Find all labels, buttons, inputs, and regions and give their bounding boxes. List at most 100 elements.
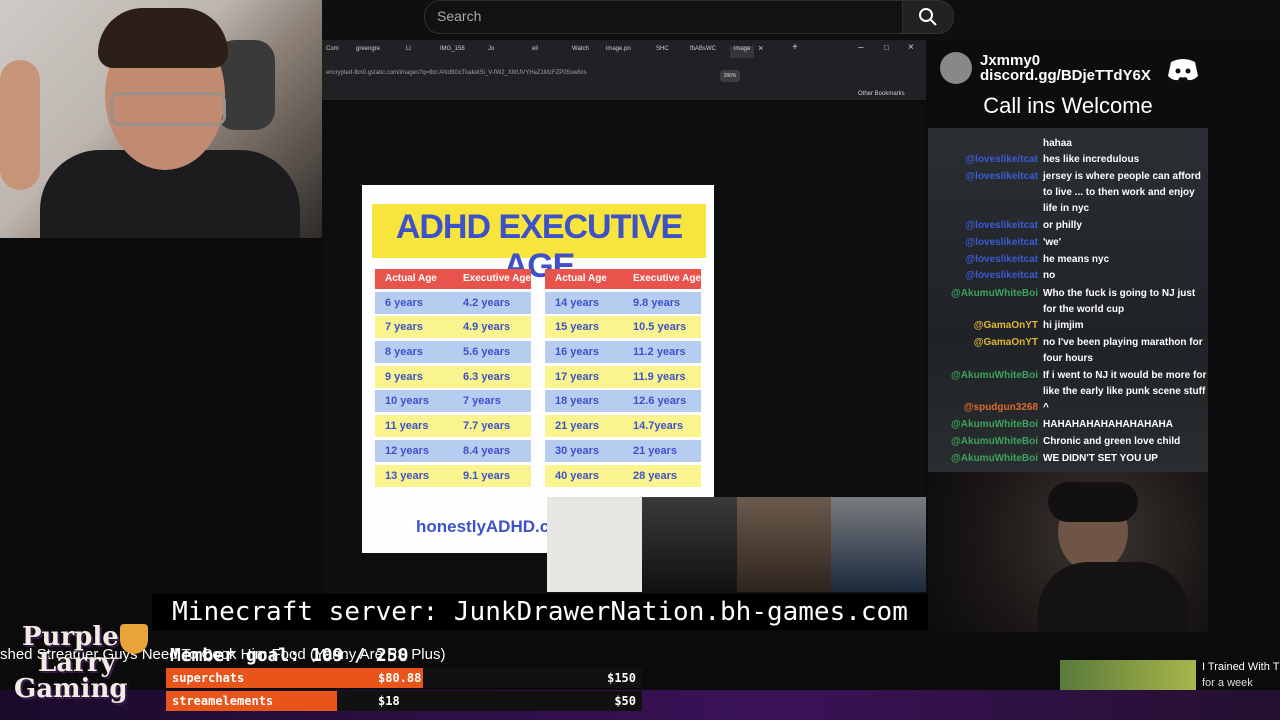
browser-tab[interactable]: fbABsWC (690, 46, 716, 58)
minimize-icon[interactable]: – (858, 42, 864, 54)
chat-text: hahaa (1043, 138, 1072, 149)
chat-username[interactable]: @GamaOnYT (928, 335, 1038, 351)
chat-message: @AkumuWhiteBoi Chronic and green love chi… (928, 434, 1208, 450)
chat-message: @AkumuWhiteBoi Who the fuck is going to N… (928, 286, 1208, 318)
chat-username[interactable]: @loveslikeitcat (928, 235, 1038, 251)
purple-larry-gaming-logo: Purple Larry Gaming (0, 620, 165, 712)
chat-username[interactable]: @AkumuWhiteBoi (928, 434, 1038, 450)
chat-username[interactable]: @spudgun3268 (928, 400, 1038, 416)
glasses (110, 92, 226, 126)
goal-target: $50 (614, 694, 636, 708)
actual-age: 30 years (555, 444, 600, 457)
chat-message: hahaa (928, 136, 1208, 152)
header-actual-age: Actual Age (555, 273, 607, 284)
browser-tab-active[interactable]: image (730, 46, 755, 58)
adhd-table-left: Actual Age Executive Age 6 years 4.2 years… (375, 269, 531, 487)
chat-username[interactable]: @loveslikeitcat (928, 169, 1038, 185)
recommended-thumbnail[interactable] (1060, 660, 1196, 690)
image-strip (547, 497, 926, 592)
chat-text: ^ (1043, 402, 1049, 413)
table-row: 12 years 8.4 years (375, 439, 531, 462)
browser-tab[interactable]: ell (532, 46, 538, 58)
chat-username[interactable]: @AkumuWhiteBoi (928, 417, 1038, 433)
chat-message: @AkumuWhiteBoi WE DIDN'T SET YOU UP (928, 451, 1208, 467)
actual-age: 10 years (385, 395, 430, 408)
guest-webcam (928, 472, 1208, 632)
chat-username[interactable]: @loveslikeitcat (928, 252, 1038, 268)
table-row: 13 years 9.1 years (375, 464, 531, 487)
search-icon (919, 8, 937, 26)
actual-age: 18 years (555, 395, 600, 408)
chat-message: @loveslikeitcat he means nyc (928, 252, 1208, 268)
search-button[interactable] (902, 0, 954, 34)
recommended-subtitle[interactable]: for a week (1202, 677, 1253, 689)
chat-text: Who the fuck is going to NJ just for the… (1043, 288, 1196, 315)
discord-link: discord.gg/BDjeTTdY6X (980, 67, 1151, 84)
table-row: 21 years 14.7years (545, 415, 701, 438)
executive-age: 7.7 years (463, 420, 511, 433)
chat-username[interactable]: @loveslikeitcat (928, 268, 1038, 284)
actual-age: 16 years (555, 346, 600, 359)
member-goal: Member goal: 109 / 250 (170, 645, 409, 666)
chat-message: @loveslikeitcat hes like incredulous (928, 152, 1208, 168)
browser-tab[interactable]: greengre (356, 46, 380, 58)
actual-age: 21 years (555, 420, 600, 433)
chat-text: 'we' (1043, 237, 1062, 248)
chat-message: @loveslikeitcat no (928, 268, 1208, 284)
chat-username[interactable]: @AkumuWhiteBoi (928, 451, 1038, 467)
shield-icon (120, 624, 148, 654)
guest-hair (1048, 482, 1138, 522)
browser-tab[interactable]: Com (326, 46, 339, 58)
chat-message: @loveslikeitcat jersey is where people ca… (928, 169, 1208, 214)
executive-age: 11.9 years (633, 370, 686, 383)
table-row: 40 years 28 years (545, 464, 701, 487)
executive-age: 9.1 years (463, 469, 511, 482)
chat-text: If i went to NJ it would be more for lik… (1043, 370, 1207, 397)
chat-username[interactable]: @loveslikeitcat (928, 152, 1038, 168)
goal-current: $80.88 (378, 671, 422, 685)
browser-tab[interactable]: Ll (406, 46, 411, 58)
chat-username[interactable]: @loveslikeitcat (928, 218, 1038, 234)
chat-text: hi jimjim (1043, 320, 1084, 331)
chat-text: or philly (1043, 220, 1082, 231)
chat-message: @GamaOnYT hi jimjim (928, 318, 1208, 334)
new-tab-icon[interactable]: + (792, 42, 798, 54)
executive-age: 10.5 years (633, 321, 687, 334)
browser-tab[interactable]: SHC (656, 46, 669, 58)
close-tab-icon[interactable]: × (758, 43, 763, 55)
cat-drawing-image (547, 497, 642, 592)
maximize-icon[interactable]: □ (884, 43, 889, 55)
search-input[interactable]: Search (424, 0, 904, 34)
goal-name: streamelements (172, 694, 274, 708)
chat-message: @loveslikeitcat 'we' (928, 235, 1208, 251)
chat-username[interactable]: @AkumuWhiteBoi (928, 368, 1038, 384)
press-vest-image (831, 497, 926, 592)
chat-text: HAHAHAHAHAHAHAHAHA (1043, 419, 1173, 430)
streamelements-goal: streamelements $18 $50 (166, 691, 642, 711)
chat-username[interactable]: @GamaOnYT (928, 318, 1038, 334)
executive-age: 8.4 years (463, 444, 511, 457)
guest-shirt (1038, 562, 1188, 632)
call-ins-welcome: Call ins Welcome (983, 93, 1153, 118)
table-row: 10 years 7 years (375, 390, 531, 413)
table-row: 18 years 12.6 years (545, 390, 701, 413)
header-executive-age: Executive Age (633, 273, 701, 284)
browser-tab[interactable]: image.pn (606, 46, 631, 58)
chat-message: @spudgun3268 ^ (928, 400, 1208, 416)
recommended-title[interactable]: I Trained With T (1202, 661, 1279, 673)
browser-tab[interactable]: Jo (488, 46, 494, 58)
actual-age: 11 years (385, 420, 429, 433)
address-bar[interactable]: encrypted-tbn0.gstatic.com/images?q=tbn:… (326, 70, 706, 84)
streamer-webcam (0, 0, 322, 238)
executive-age: 4.9 years (463, 321, 511, 334)
actual-age: 12 years (385, 444, 430, 457)
chat-username[interactable]: @AkumuWhiteBoi (928, 286, 1038, 302)
executive-age: 21 years (633, 444, 678, 457)
browser-tab[interactable]: Watch (572, 46, 589, 58)
logo-line: Gaming (14, 674, 128, 704)
close-window-icon[interactable]: × (908, 42, 914, 54)
man-in-suit-image (641, 497, 737, 592)
browser-tab[interactable]: IMG_158 (440, 46, 465, 58)
zoom-level[interactable]: 280% (720, 70, 740, 82)
other-bookmarks[interactable]: Other Bookmarks (858, 91, 905, 97)
